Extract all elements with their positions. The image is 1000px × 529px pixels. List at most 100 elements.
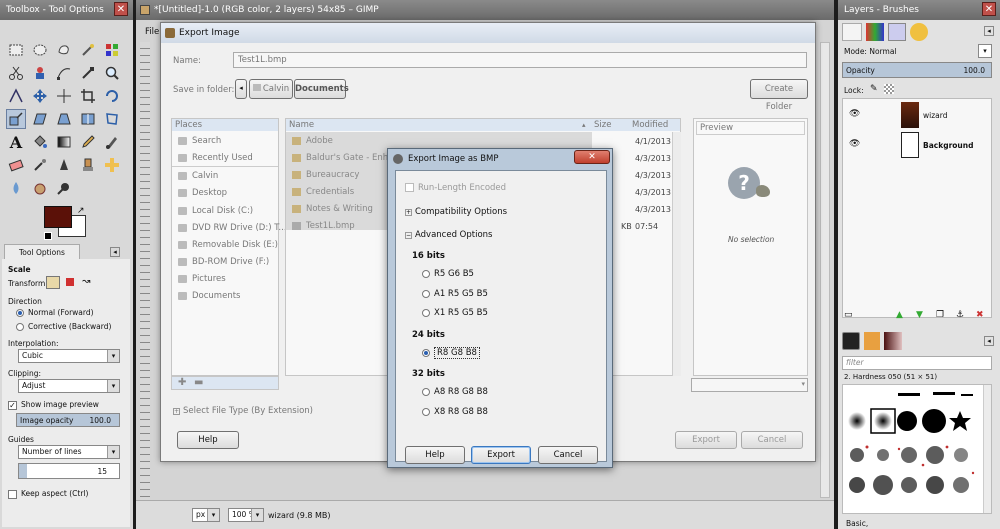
list-item[interactable]: Test1L.bmp — [292, 221, 355, 231]
places-item[interactable]: Search — [178, 136, 221, 146]
lines-count-spinner[interactable]: 15 — [18, 463, 120, 479]
brush-grid-scrollbar[interactable] — [983, 385, 991, 513]
ink-tool-icon[interactable] — [54, 155, 74, 175]
eye-icon[interactable]: 👁 — [849, 139, 860, 149]
dodge-burn-tool-icon[interactable] — [54, 178, 74, 198]
places-item[interactable]: BD-ROM Drive (F:) — [178, 257, 269, 267]
scissors-tool-icon[interactable] — [6, 63, 26, 83]
places-item[interactable]: Pictures — [178, 274, 226, 284]
bmp-cancel-button[interactable]: Cancel — [538, 446, 598, 464]
brushes-tab-menu-icon[interactable]: ◂ — [984, 336, 994, 346]
places-item[interactable]: Calvin — [178, 171, 218, 181]
layers-tab-icon[interactable] — [842, 23, 862, 41]
interpolation-select[interactable]: Cubic ▾ — [18, 349, 120, 363]
clipping-select[interactable]: Adjust ▾ — [18, 379, 120, 393]
crumb-documents-button[interactable]: Documents — [294, 79, 349, 99]
lock-pixels-icon[interactable]: ✎ — [870, 84, 878, 94]
places-item[interactable]: DVD RW Drive (D:) T... — [178, 223, 287, 233]
lower-layer-icon[interactable]: ▼ — [916, 310, 923, 320]
places-item[interactable]: Recently Used — [178, 153, 253, 163]
export-dialog-export-button[interactable]: Export — [675, 431, 737, 449]
paths-tool-icon[interactable] — [54, 63, 74, 83]
gradients-tab-icon[interactable] — [884, 332, 902, 350]
zoom-select[interactable]: 100 % ▾ — [228, 508, 264, 522]
x1r5g5b5-radio[interactable]: X1 R5 G5 B5 — [422, 308, 488, 318]
places-item[interactable]: Desktop — [178, 188, 227, 198]
free-select-tool-icon[interactable] — [54, 40, 74, 60]
col-name-header[interactable]: Name — [289, 119, 314, 131]
list-item[interactable]: Adobe — [292, 136, 333, 146]
eraser-tool-icon[interactable] — [6, 155, 26, 175]
transform-selection-icon[interactable] — [66, 278, 74, 286]
add-bookmark-icon[interactable]: ✚ — [178, 377, 186, 388]
raise-layer-icon[interactable]: ▲ — [896, 310, 903, 320]
bmp-close-button[interactable]: ✕ — [574, 150, 610, 164]
paths-tab-icon[interactable] — [888, 23, 906, 41]
default-colors-icon[interactable] — [44, 232, 52, 240]
bmp-help-button[interactable]: Help — [405, 446, 465, 464]
direction-backward-radio[interactable]: Corrective (Backward) — [16, 322, 111, 331]
text-tool-icon[interactable]: A — [6, 132, 26, 152]
export-dialog-cancel-button[interactable]: Cancel — [741, 431, 803, 449]
color-picker-tool-icon[interactable] — [78, 63, 98, 83]
rotate-tool-icon[interactable] — [102, 86, 122, 106]
select-by-color-tool-icon[interactable] — [102, 40, 122, 60]
smudge-tool-icon[interactable] — [30, 178, 50, 198]
rect-select-tool-icon[interactable] — [6, 40, 26, 60]
unit-select[interactable]: px ▾ — [192, 508, 220, 522]
a1r5g5b5-radio[interactable]: A1 R5 G5 B5 — [422, 289, 488, 299]
list-item[interactable]: Bureaucracy — [292, 170, 359, 180]
places-item[interactable]: Local Disk (C:) — [178, 206, 253, 216]
align-tool-icon[interactable] — [54, 86, 74, 106]
transform-path-icon[interactable]: ↝ — [82, 276, 90, 287]
blur-tool-icon[interactable] — [6, 178, 26, 198]
list-item[interactable]: Credentials — [292, 187, 354, 197]
direction-forward-radio[interactable]: Normal (Forward) — [16, 308, 94, 317]
cage-transform-tool-icon[interactable] — [102, 109, 122, 129]
places-item[interactable]: Removable Disk (E:) — [178, 240, 278, 250]
perspective-tool-icon[interactable] — [54, 109, 74, 129]
layer-row[interactable]: 👁 Background — [843, 131, 991, 159]
layer-row[interactable]: 👁 wizard — [843, 101, 991, 129]
col-size-header[interactable]: Size — [594, 119, 611, 131]
rle-checkbox[interactable]: Run-Length Encoded — [405, 183, 506, 193]
eye-icon[interactable]: 👁 — [849, 109, 860, 119]
fuzzy-select-tool-icon[interactable] — [78, 40, 98, 60]
blend-tool-icon[interactable] — [54, 132, 74, 152]
vertical-scrollbar[interactable] — [820, 42, 830, 498]
foreground-select-tool-icon[interactable] — [30, 63, 50, 83]
toolbox-close-button[interactable]: ✕ — [114, 2, 128, 16]
tool-options-tab[interactable]: Tool Options — [4, 244, 80, 260]
patterns-tab-icon[interactable] — [864, 332, 880, 350]
brush-filter-input[interactable]: filter — [842, 356, 992, 370]
undo-tab-icon[interactable] — [910, 23, 928, 41]
x8r8g8b8-radio[interactable]: X8 R8 G8 B8 — [422, 407, 488, 417]
a8r8g8b8-radio[interactable]: A8 R8 G8 B8 — [422, 387, 488, 397]
advanced-expander[interactable]: − Advanced Options — [405, 230, 492, 240]
remove-bookmark-icon[interactable]: ▬ — [194, 377, 203, 388]
bucket-fill-tool-icon[interactable] — [30, 132, 50, 152]
col-modified-header[interactable]: Modified — [632, 119, 668, 131]
shear-tool-icon[interactable] — [30, 109, 50, 129]
clone-tool-icon[interactable] — [78, 155, 98, 175]
mode-select-arrow[interactable]: ▾ — [978, 44, 992, 58]
brushes-tab-icon[interactable] — [842, 332, 860, 350]
create-folder-button[interactable]: Create Folder — [750, 79, 808, 112]
show-preview-checkbox[interactable]: ✓ Show image preview — [8, 400, 99, 410]
crumb-calvin-button[interactable]: Calvin — [249, 79, 293, 99]
bmp-export-button[interactable]: Export — [471, 446, 531, 464]
anchor-layer-icon[interactable]: ⚓ — [956, 310, 964, 320]
move-tool-icon[interactable] — [30, 86, 50, 106]
image-opacity-slider[interactable]: Image opacity 100.0 — [16, 413, 120, 427]
flip-tool-icon[interactable] — [78, 109, 98, 129]
ellipse-select-tool-icon[interactable] — [30, 40, 50, 60]
compat-expander[interactable]: + Compatibility Options — [405, 207, 507, 217]
list-item[interactable]: Notes & Writing — [292, 204, 373, 214]
measure-tool-icon[interactable] — [6, 86, 26, 106]
places-item[interactable]: Documents — [178, 291, 240, 301]
layers-tab-menu-icon[interactable]: ◂ — [984, 26, 994, 36]
r5g6b5-radio[interactable]: R5 G6 B5 — [422, 269, 474, 279]
scale-tool-icon[interactable] — [6, 109, 26, 129]
paintbrush-tool-icon[interactable] — [102, 132, 122, 152]
r8g8b8-radio[interactable]: R8 G8 B8 — [422, 347, 480, 359]
